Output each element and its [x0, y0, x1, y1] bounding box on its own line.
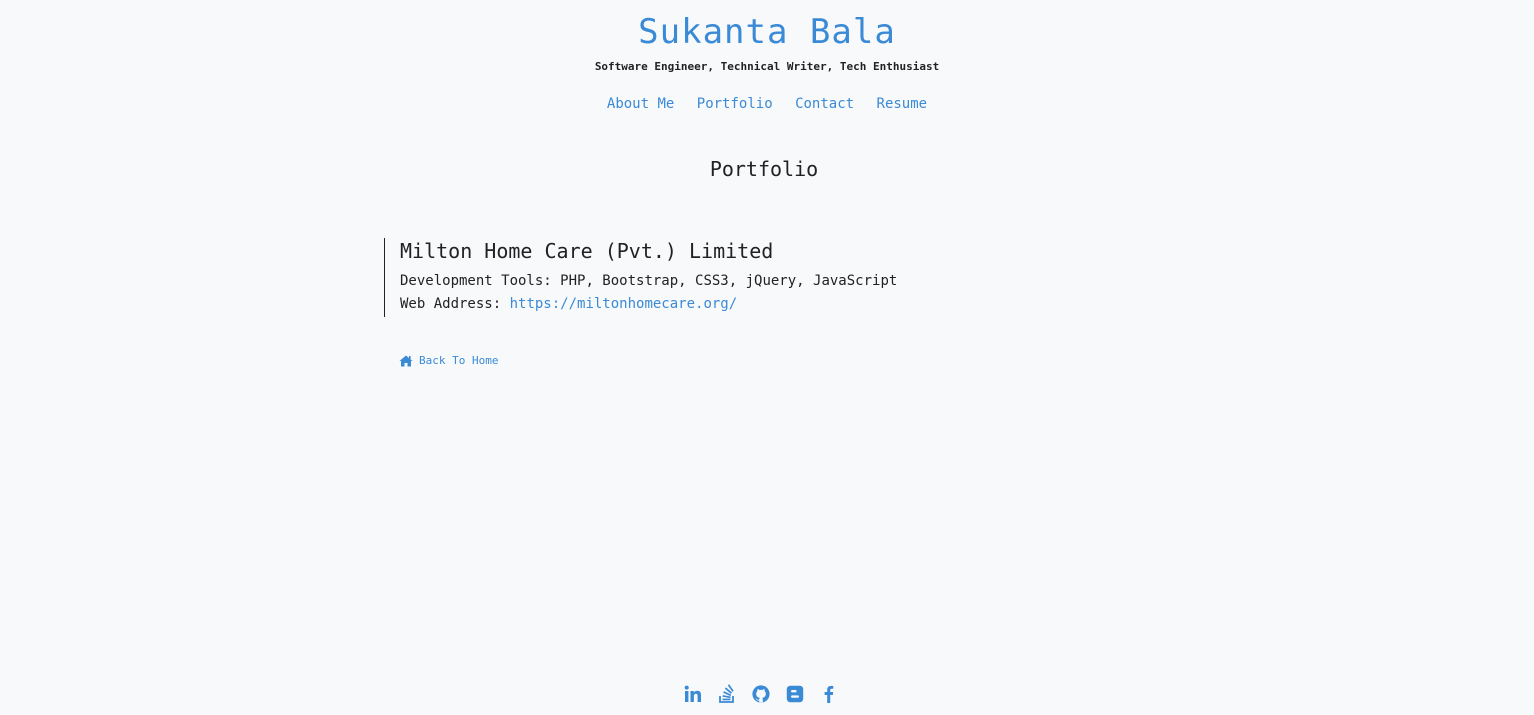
github-icon: [752, 685, 770, 703]
site-title[interactable]: Sukanta Bala: [0, 12, 1534, 52]
linkedin-link[interactable]: [683, 684, 703, 704]
project-web-address: Web Address: https://miltonhomecare.org/: [400, 293, 1144, 316]
social-links: [0, 684, 1522, 704]
back-to-home-link[interactable]: Back To Home: [399, 354, 498, 367]
github-link[interactable]: [751, 684, 771, 704]
nav-item-resume[interactable]: Resume: [877, 96, 928, 112]
nav-item-about-me[interactable]: About Me: [607, 96, 674, 112]
project-web-label: Web Address:: [400, 296, 502, 312]
project-tools-value: PHP, Bootstrap, CSS3, jQuery, JavaScript: [560, 273, 898, 289]
blogger-icon: [786, 685, 804, 703]
facebook-link[interactable]: [819, 684, 839, 704]
stackoverflow-link[interactable]: [717, 684, 737, 704]
home-icon: [399, 355, 413, 366]
page-title: Portfolio: [709, 157, 819, 181]
back-to-home-label: Back To Home: [419, 354, 499, 367]
nav-item-contact[interactable]: Contact: [795, 96, 854, 112]
facebook-icon: [824, 685, 834, 703]
nav-item-portfolio[interactable]: Portfolio: [697, 96, 773, 112]
project-tools-label: Development Tools:: [400, 273, 552, 289]
project-tools: Development Tools: PHP, Bootstrap, CSS3,…: [400, 270, 1144, 293]
stackoverflow-icon: [719, 684, 734, 703]
linkedin-icon: [684, 685, 701, 702]
project-web-link[interactable]: https://miltonhomecare.org/: [510, 296, 738, 312]
main-nav: About Me Portfolio Contact Resume: [0, 96, 1534, 112]
site-tagline: Software Engineer, Technical Writer, Tec…: [594, 60, 940, 73]
page: Sukanta Bala Software Engineer, Technica…: [0, 0, 1534, 715]
project-name: Milton Home Care (Pvt.) Limited: [400, 239, 774, 263]
project-card: Milton Home Care (Pvt.) Limited Developm…: [384, 238, 1144, 317]
blogger-link[interactable]: [785, 684, 805, 704]
